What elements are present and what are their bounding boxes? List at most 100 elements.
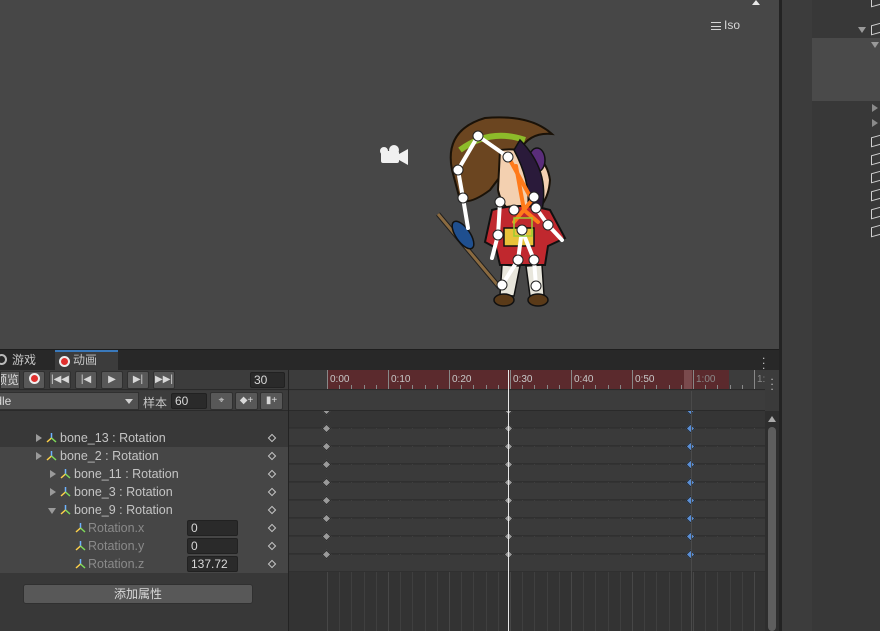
gameobject-icon xyxy=(871,0,880,8)
tab-bar: 游戏 动画 xyxy=(0,350,779,370)
property-row[interactable]: bone_2 : Rotation xyxy=(0,447,289,465)
current-frame-field[interactable]: 30 xyxy=(250,372,285,388)
property-label: bone_2 : Rotation xyxy=(60,449,159,463)
collapse-arrow-icon[interactable] xyxy=(872,119,878,127)
ruler-tick-label: 0:00 xyxy=(330,374,350,385)
events-row[interactable] xyxy=(289,391,765,411)
ruler-tick-label: 0:30 xyxy=(513,374,533,385)
gameobject-icon xyxy=(871,206,880,220)
preview-button[interactable]: 预览 xyxy=(0,371,20,389)
add-event-button[interactable]: ▮+ xyxy=(260,392,283,410)
hierarchy-panel[interactable] xyxy=(782,0,880,631)
property-row[interactable]: bone_3 : Rotation xyxy=(0,483,289,501)
gameobject-icon xyxy=(871,224,880,238)
window-menu-icon[interactable]: ... xyxy=(762,349,770,371)
gameobject-icon xyxy=(871,188,880,202)
property-row[interactable]: bone_9 : Rotation xyxy=(0,501,289,519)
vertical-scrollbar[interactable] xyxy=(765,411,779,631)
keyframe-diamond-icon[interactable] xyxy=(267,433,277,443)
gameobject-icon xyxy=(871,22,880,36)
ruler-tick xyxy=(644,385,645,389)
ruler-tick xyxy=(681,385,682,389)
property-row[interactable]: Rotation.z 137.72 xyxy=(0,555,289,573)
rotation-y-field[interactable]: 0 xyxy=(187,538,238,554)
tab-game[interactable]: 游戏 xyxy=(0,350,52,370)
last-key-button[interactable]: ▶▶| xyxy=(153,371,175,389)
keyframe-diamond-icon[interactable] xyxy=(267,505,277,515)
property-row[interactable]: bone_11 : Rotation xyxy=(0,465,289,483)
ruler-tick-label: 1:10 xyxy=(757,374,765,385)
scroll-thumb[interactable] xyxy=(768,427,776,631)
prev-key-button[interactable]: |◀ xyxy=(75,371,97,389)
expand-arrow-icon[interactable] xyxy=(871,42,879,48)
camera-gizmo-icon[interactable] xyxy=(375,144,411,170)
keyframe-diamond-icon[interactable] xyxy=(267,451,277,461)
ruler-tick xyxy=(510,370,511,389)
timeline-ruler[interactable]: 0:00 0:10 0:20 0:30 0:40 0:50 1:00 1:10 xyxy=(289,370,765,390)
next-key-button[interactable]: ▶| xyxy=(127,371,149,389)
snap-button[interactable]: ⌖ xyxy=(210,392,233,410)
expand-arrow-icon[interactable] xyxy=(858,27,866,33)
property-row[interactable]: bone_13 : Rotation xyxy=(0,429,289,447)
keyframe-row xyxy=(289,447,765,464)
scene-gizmo[interactable] xyxy=(752,0,760,5)
view-mode-label[interactable]: Iso xyxy=(711,18,740,32)
property-row[interactable]: Rotation.y 0 xyxy=(0,537,289,555)
add-property-button[interactable]: 添加属性 xyxy=(23,584,253,604)
keyframe-diamond-icon[interactable] xyxy=(267,541,277,551)
ruler-tick xyxy=(632,370,633,389)
keyframe-diamond-icon[interactable] xyxy=(267,487,277,497)
ruler-tick xyxy=(461,385,462,389)
collapse-arrow-icon[interactable] xyxy=(872,104,878,112)
character-sprite[interactable] xyxy=(430,110,590,315)
iso-text: Iso xyxy=(724,18,741,32)
add-keyframe-icon: ◆+ xyxy=(239,395,254,406)
ruler-tick xyxy=(608,385,609,389)
rotation-z-field[interactable]: 137.72 xyxy=(187,556,238,572)
sample-rate-field[interactable]: 60 xyxy=(171,393,207,409)
tab-animation-label: 动画 xyxy=(73,353,98,367)
sample-label: 样本 xyxy=(143,396,168,410)
clip-bar: Idle 样本 60 ⌖ ◆+ ▮+ xyxy=(0,391,289,411)
keyframe-row xyxy=(289,465,765,482)
rotation-x-field[interactable]: 0 xyxy=(187,520,238,536)
gameobject-icon xyxy=(871,170,880,184)
dopesheet[interactable] xyxy=(289,411,765,631)
expand-arrow-icon[interactable] xyxy=(36,452,42,460)
ruler-tick xyxy=(547,385,548,389)
expand-arrow-icon[interactable] xyxy=(50,470,56,478)
expand-arrow-icon[interactable] xyxy=(36,434,42,442)
property-label: bone_9 : Rotation xyxy=(74,503,173,517)
keyframe-diamond-icon[interactable] xyxy=(267,559,277,569)
bone-icon xyxy=(46,451,57,461)
keyframe-diamond-icon[interactable] xyxy=(267,469,277,479)
bone-icon xyxy=(46,433,57,443)
first-key-icon: |◀◀ xyxy=(51,374,69,385)
ruler-tick xyxy=(486,385,487,389)
property-row[interactable]: Rotation.x 0 xyxy=(0,519,289,537)
bone-icon xyxy=(60,469,71,479)
scroll-up-icon[interactable] xyxy=(768,416,776,422)
prev-key-icon: |◀ xyxy=(80,374,92,385)
playhead[interactable] xyxy=(508,370,509,631)
keyframe-row xyxy=(289,537,765,554)
summary-row xyxy=(289,411,765,428)
bone-icon xyxy=(75,541,86,551)
add-keyframe-button[interactable]: ◆+ xyxy=(235,392,258,410)
ruler-tick xyxy=(742,385,743,389)
hierarchy-strip xyxy=(782,0,812,631)
record-button[interactable] xyxy=(23,371,45,389)
keyframe-diamond-icon[interactable] xyxy=(267,523,277,533)
play-button[interactable]: ▶ xyxy=(101,371,123,389)
ruler-tick xyxy=(364,385,365,389)
tab-game-label: 游戏 xyxy=(12,353,37,367)
timeline-menu-icon[interactable]: ... xyxy=(765,370,779,392)
property-label: bone_11 : Rotation xyxy=(74,467,179,481)
collapse-arrow-icon[interactable] xyxy=(48,508,56,514)
ruler-tick xyxy=(351,385,352,389)
tab-animation[interactable]: 动画 xyxy=(55,350,118,370)
scene-view[interactable]: Iso xyxy=(0,0,779,349)
expand-arrow-icon[interactable] xyxy=(50,488,56,496)
first-key-button[interactable]: |◀◀ xyxy=(49,371,71,389)
clip-dropdown[interactable]: Idle xyxy=(0,392,139,410)
